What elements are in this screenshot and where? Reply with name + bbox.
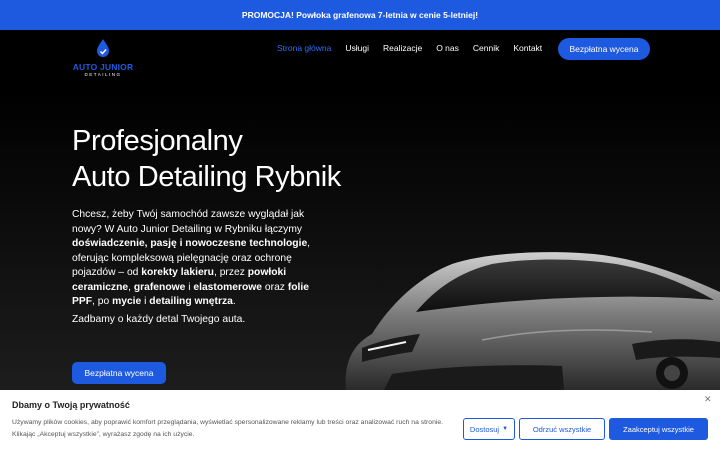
hero-desc-segment: Chcesz, żeby Twój samochód zawsze wygląd… xyxy=(72,209,305,235)
nav-item-about[interactable]: O nas xyxy=(436,43,459,53)
hero-desc-segment: grafenowe xyxy=(133,281,186,293)
logo-name: AUTO JUNIOR xyxy=(72,62,134,72)
promo-text: PROMOCJA! Powłoka grafenowa 7-letnia w c… xyxy=(241,10,479,20)
water-drop-icon xyxy=(97,39,109,57)
customize-button[interactable]: Dostosuj ▼ xyxy=(463,418,515,440)
chevron-down-icon: ▼ xyxy=(502,426,509,432)
reject-all-button[interactable]: Odrzuć wszystkie xyxy=(519,418,605,440)
hero-section: Profesjonalny Auto Detailing Rybnik Chce… xyxy=(0,90,720,390)
car-image xyxy=(345,252,720,390)
hero-tagline: Zadbamy o każdy detal Twojego auta. xyxy=(72,314,246,325)
nav-quote-button[interactable]: Bezpłatna wycena xyxy=(558,38,650,60)
hero-desc-segment: mycie xyxy=(112,296,142,307)
hero-desc-segment: , po xyxy=(92,296,113,307)
hero-title: Profesjonalny Auto Detailing Rybnik xyxy=(72,123,412,195)
nav-item-contact[interactable]: Kontakt xyxy=(513,43,542,53)
customize-label: Dostosuj xyxy=(469,424,500,434)
hero-description: Chcesz, żeby Twój samochód zawsze wygląd… xyxy=(72,208,334,310)
hero-desc-segment: oraz xyxy=(262,281,288,293)
logo-subtitle: DETAILING xyxy=(84,72,122,77)
promo-banner: PROMOCJA! Powłoka grafenowa 7-letnia w c… xyxy=(0,0,720,30)
main-nav: Strona główna Usługi Realizacje O nas Ce… xyxy=(277,38,556,58)
close-icon[interactable]: ✕ xyxy=(704,394,712,405)
nav-item-services[interactable]: Usługi xyxy=(345,43,369,53)
cookie-text: Używamy plików cookies, aby poprawić kom… xyxy=(12,419,444,438)
accept-all-button[interactable]: Zaakceptuj wszystkie xyxy=(609,418,708,440)
hero-title-line2: Auto Detailing Rybnik xyxy=(72,161,341,193)
nav-item-pricing[interactable]: Cennik xyxy=(473,43,499,53)
hero-title-line1: Profesjonalny xyxy=(72,125,243,157)
hero-desc-segment: doświadczenie, pasję i nowoczesne techno… xyxy=(72,238,308,249)
site-logo[interactable]: AUTO JUNIOR DETAILING xyxy=(68,38,138,78)
cookie-title: Dbamy o Twoją prywatność xyxy=(12,400,130,410)
hero-desc-segment: korekty lakieru xyxy=(141,267,214,278)
cookie-banner: Dbamy o Twoją prywatność Używamy plików … xyxy=(0,390,720,450)
hero-desc-segment: detailing wnętrza xyxy=(149,296,233,307)
hero-quote-button[interactable]: Bezpłatna wycena xyxy=(72,362,166,384)
nav-item-home[interactable]: Strona główna xyxy=(277,43,331,53)
hero-desc-segment: , przez xyxy=(213,267,248,278)
hero-desc-segment: . xyxy=(232,296,236,307)
nav-item-realizations[interactable]: Realizacje xyxy=(383,43,422,53)
hero-desc-segment: elastomerowe xyxy=(193,281,263,293)
